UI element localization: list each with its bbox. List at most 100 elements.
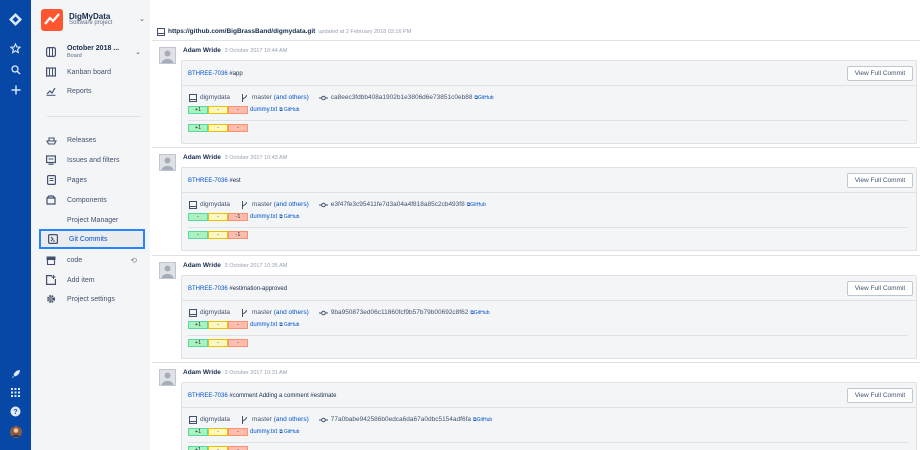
- commit-repo-name: digmydata: [200, 309, 230, 316]
- total-modified: -: [208, 231, 228, 239]
- card-divider: [182, 192, 916, 193]
- view-full-commit-button[interactable]: View Full Commit: [847, 66, 913, 81]
- total-diff-stats: +1 - -: [188, 446, 248, 450]
- commit-branch: master: [252, 94, 272, 101]
- repository-url[interactable]: https://github.com/BigBrassBand/digmydat…: [168, 28, 315, 35]
- jira-logo-icon[interactable]: [8, 12, 23, 27]
- sidebar-item-project-settings[interactable]: Project settings: [39, 290, 145, 308]
- commit-author: Adam Wride: [183, 154, 221, 161]
- issues-icon: [45, 154, 57, 166]
- commit-date: 3 October 2017 10:35 AM: [224, 263, 288, 269]
- sidebar-item-reports[interactable]: Reports: [39, 82, 145, 100]
- add-item-label: Add item: [67, 276, 95, 284]
- commit-message: #est: [229, 178, 241, 184]
- issue-key-link[interactable]: BTHREE-7036: [188, 393, 228, 399]
- project-header[interactable]: DigMyData Software project ⌄: [41, 9, 145, 31]
- commit-github-link[interactable]: GitHub: [478, 95, 494, 101]
- project-avatar: [41, 9, 63, 31]
- sidebar-item-issues[interactable]: Issues and filters: [39, 151, 145, 169]
- file-github-link[interactable]: GitHub: [284, 322, 300, 328]
- releases-label: Releases: [67, 136, 97, 144]
- commit-message-line: BTHREE-7036 #app: [188, 71, 243, 77]
- commit-author: Adam Wride: [183, 369, 221, 376]
- commit-github-link[interactable]: GitHub: [474, 310, 490, 316]
- sidebar-item-git-commits[interactable]: Git Commits: [39, 229, 145, 249]
- commit-message-line: BTHREE-7036 #est: [188, 178, 241, 184]
- issue-key-link[interactable]: BTHREE-7036: [188, 286, 228, 292]
- file-name-link[interactable]: dummy.txt: [250, 429, 277, 435]
- user-avatar[interactable]: [8, 424, 23, 439]
- file-diff-stats: +1 - -: [188, 321, 248, 329]
- file-name-link[interactable]: dummy.txt: [250, 214, 277, 220]
- total-added: -: [188, 231, 208, 239]
- project-type: Software project: [69, 20, 113, 26]
- sidebar-item-board[interactable]: October 2018 ... Board ⌄: [39, 43, 145, 61]
- author-avatar[interactable]: [159, 47, 176, 64]
- sidebar-item-pages[interactable]: Pages: [39, 171, 145, 189]
- commit-icon: [318, 93, 328, 102]
- view-full-commit-button[interactable]: View Full Commit: [847, 388, 913, 403]
- reports-label: Reports: [67, 87, 92, 95]
- commit-github-link[interactable]: GitHub: [477, 417, 493, 423]
- commit-hash: e3f47fe3c95411fe7d3a04a4f818a85c2cb493f8: [330, 201, 465, 208]
- search-icon[interactable]: [8, 62, 23, 77]
- sidebar-item-add-item[interactable]: Add item: [39, 271, 145, 289]
- issue-key-link[interactable]: BTHREE-7036: [188, 71, 228, 77]
- file-diff-stats: +1 - -: [188, 106, 248, 114]
- app-switcher-icon[interactable]: [8, 385, 23, 400]
- file-name-link[interactable]: dummy.txt: [250, 322, 277, 328]
- lines-added: +1: [188, 428, 208, 436]
- rocket-icon[interactable]: [8, 366, 23, 381]
- code-label: code: [67, 256, 83, 264]
- chevron-down-icon[interactable]: ⌄: [135, 48, 141, 56]
- refresh-icon[interactable]: ⟲: [130, 256, 137, 265]
- file-github-link[interactable]: GitHub: [284, 429, 300, 435]
- author-avatar[interactable]: [159, 262, 176, 279]
- sidebar-item-code[interactable]: code ⟲: [39, 251, 145, 269]
- author-avatar[interactable]: [159, 369, 176, 386]
- commit-entry: Adam Wride 3 October 2017 10:44 AM BTHRE…: [152, 40, 920, 144]
- file-name-link[interactable]: dummy.txt: [250, 107, 277, 113]
- lines-modified: -: [208, 428, 228, 436]
- and-others-link[interactable]: (and others): [274, 309, 309, 316]
- and-others-link[interactable]: (and others): [274, 94, 309, 101]
- and-others-link[interactable]: (and others): [274, 201, 309, 208]
- view-full-commit-button[interactable]: View Full Commit: [847, 173, 913, 188]
- sidebar-item-kanban-board[interactable]: Kanban board: [39, 63, 145, 81]
- commit-branch: master: [252, 416, 272, 423]
- help-icon[interactable]: ?: [8, 404, 23, 419]
- commit-message: #estimation-approved: [229, 286, 288, 292]
- commit-github-link[interactable]: GitHub: [470, 202, 486, 208]
- chevron-down-icon[interactable]: ⌄: [139, 15, 145, 23]
- issue-key-link[interactable]: BTHREE-7036: [188, 178, 228, 184]
- commit-meta: digmydata master (and others) ca8eec3fdb…: [188, 93, 494, 102]
- repository-header: https://github.com/BigBrassBand/digmydat…: [156, 27, 411, 36]
- branch-icon: [240, 93, 249, 102]
- create-plus-icon[interactable]: [8, 82, 23, 97]
- page-icon: [45, 174, 57, 186]
- sidebar-item-releases[interactable]: Releases: [39, 131, 145, 149]
- total-deleted: -1: [228, 231, 248, 239]
- star-icon[interactable]: [8, 41, 23, 56]
- author-avatar[interactable]: [159, 154, 176, 171]
- file-change-row: +1 - - dummy.txt ⧉ GitHub: [188, 106, 299, 114]
- commit-date: 3 October 2017 10:43 AM: [224, 155, 288, 161]
- global-nav: ?: [0, 0, 31, 450]
- branch-icon: [240, 308, 249, 317]
- sidebar-item-project-manager[interactable]: Project Manager: [39, 211, 145, 229]
- lines-added: -: [188, 213, 208, 221]
- lines-deleted: -: [228, 428, 248, 436]
- file-github-link[interactable]: GitHub: [284, 107, 300, 113]
- commit-meta: digmydata master (and others) 77a0babe94…: [188, 415, 492, 424]
- file-github-link[interactable]: GitHub: [284, 214, 300, 220]
- file-diff-stats: - - -1: [188, 213, 248, 221]
- sidebar-item-components[interactable]: Components: [39, 191, 145, 209]
- spacer-icon: [45, 214, 57, 226]
- repository-icon: [156, 27, 165, 36]
- commit-entry: Adam Wride 3 October 2017 10:43 AM BTHRE…: [152, 147, 920, 251]
- commit-author: Adam Wride: [183, 47, 221, 54]
- project-sidebar: DigMyData Software project ⌄ October 201…: [31, 0, 150, 450]
- view-full-commit-button[interactable]: View Full Commit: [847, 281, 913, 296]
- card-divider: [182, 85, 916, 86]
- and-others-link[interactable]: (and others): [274, 416, 309, 423]
